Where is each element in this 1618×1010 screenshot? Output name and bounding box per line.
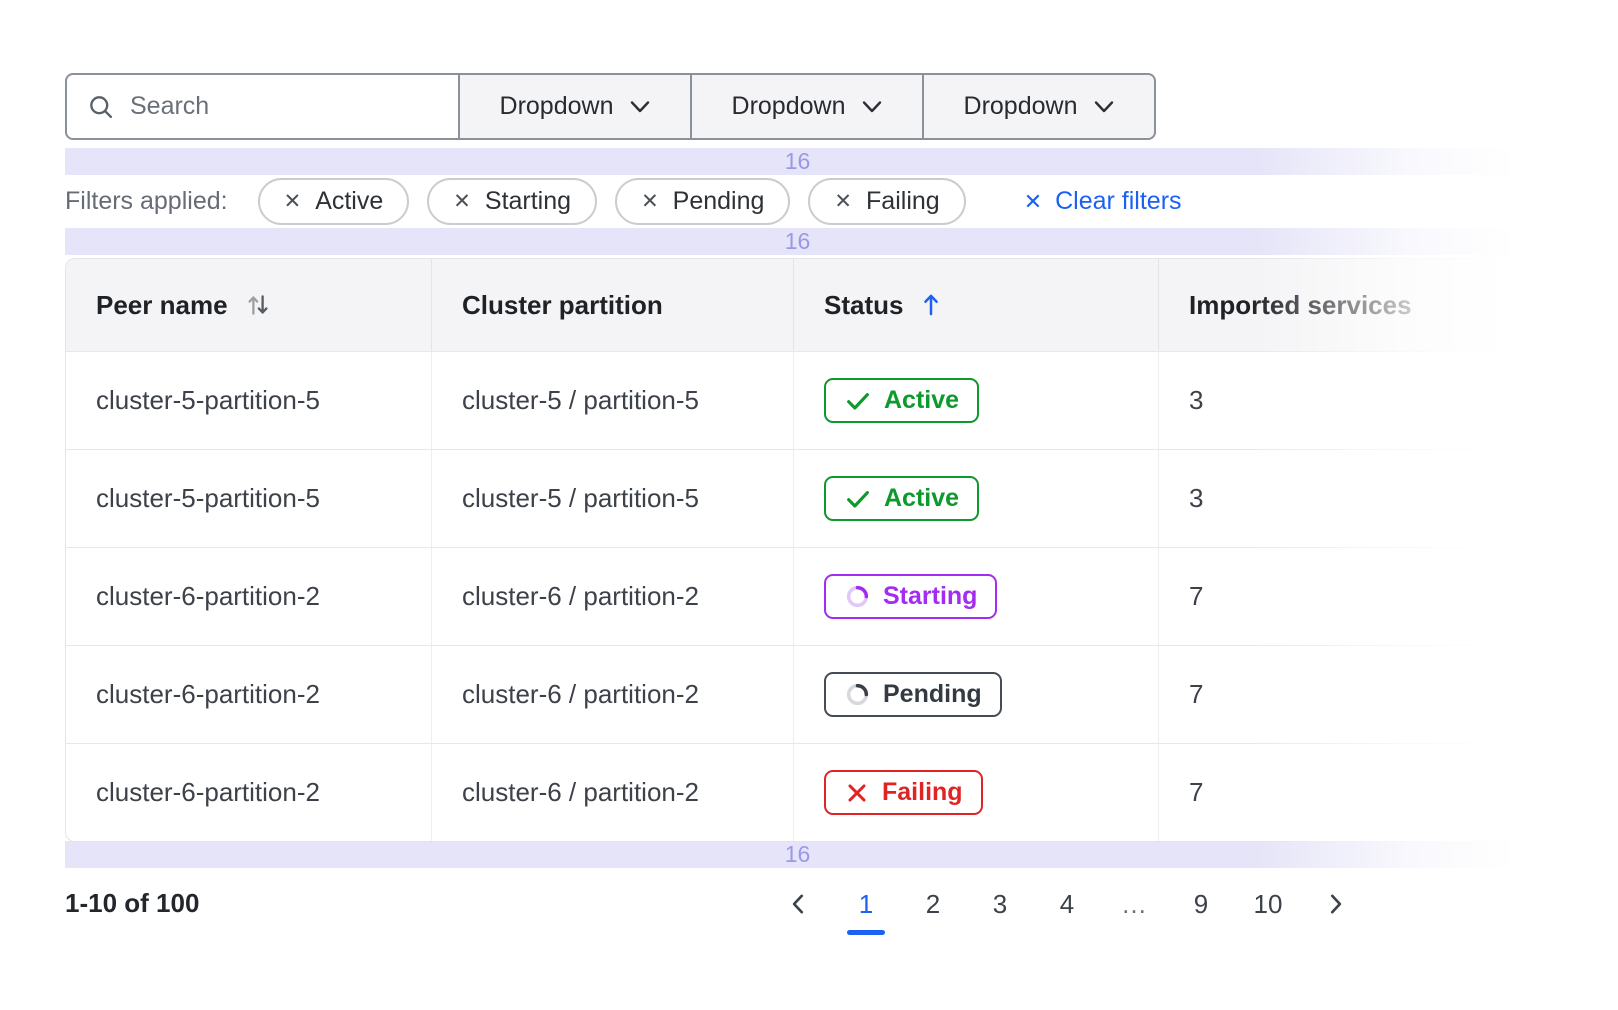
dropdown-button-1[interactable]: Dropdown (460, 73, 692, 140)
clear-filters-link[interactable]: ✕ Clear filters (1024, 187, 1182, 216)
status-badge-starting: Starting (824, 574, 997, 619)
filter-chip-active[interactable]: ✕ Active (258, 178, 410, 225)
table-row: cluster-5-partition-5 cluster-5 / partit… (66, 449, 1618, 547)
check-icon (844, 485, 872, 513)
sort-ascending-icon (919, 291, 943, 319)
cell-peer-name: cluster-6-partition-2 (66, 646, 431, 743)
table-row: cluster-6-partition-2 cluster-6 / partit… (66, 743, 1618, 841)
spinner-icon (844, 583, 871, 610)
cell-imported-services: 7 (1158, 744, 1618, 841)
cell-peer-name: cluster-5-partition-5 (66, 450, 431, 547)
cell-status: Active (793, 450, 1158, 547)
cell-cluster-partition: cluster-5 / partition-5 (431, 352, 793, 449)
status-badge-pending: Pending (824, 672, 1002, 717)
pagination-page-9[interactable]: 9 (1181, 886, 1221, 922)
pagination-page-1[interactable]: 1 (846, 886, 886, 922)
cell-status: Pending (793, 646, 1158, 743)
search-box[interactable] (65, 73, 460, 140)
column-header-imported-services[interactable]: Imported services (1158, 259, 1618, 351)
cell-peer-name: cluster-6-partition-2 (66, 744, 431, 841)
peers-table: Peer name Cluster partition Status Impor… (65, 258, 1618, 842)
cell-imported-services: 3 (1158, 352, 1618, 449)
filter-chip-starting[interactable]: ✕ Starting (427, 178, 597, 225)
cell-imported-services: 7 (1158, 646, 1618, 743)
column-header-peer-name[interactable]: Peer name (66, 259, 431, 351)
pagination-page-10[interactable]: 10 (1248, 886, 1288, 922)
spacing-annotation: 16 (65, 228, 1530, 255)
pagination-nav: 1 2 3 4 … 9 10 (779, 886, 1355, 922)
filter-chip-label: Active (315, 187, 383, 216)
pagination-next-button[interactable] (1315, 886, 1355, 922)
cell-status: Starting (793, 548, 1158, 645)
search-icon (87, 93, 115, 121)
clear-filters-icon: ✕ (1024, 191, 1042, 213)
pagination-page-4[interactable]: 4 (1047, 886, 1087, 922)
column-header-status[interactable]: Status (793, 259, 1158, 351)
cell-cluster-partition: cluster-6 / partition-2 (431, 744, 793, 841)
spacing-annotation: 16 (65, 841, 1530, 868)
filter-chip-pending[interactable]: ✕ Pending (615, 178, 790, 225)
filter-chip-failing[interactable]: ✕ Failing (808, 178, 965, 225)
chevron-down-icon (862, 100, 882, 114)
column-header-cluster-partition[interactable]: Cluster partition (431, 259, 793, 351)
sort-both-icon (244, 290, 272, 320)
filter-chip-label: Starting (485, 187, 571, 216)
chevron-down-icon (630, 100, 650, 114)
x-icon (844, 780, 870, 806)
pagination-page-2[interactable]: 2 (913, 886, 953, 922)
pagination-bar: 1-10 of 100 1 2 3 4 … 9 10 (65, 886, 1553, 922)
status-badge-active: Active (824, 476, 979, 521)
table-row: cluster-6-partition-2 cluster-6 / partit… (66, 645, 1618, 743)
pagination-page-3[interactable]: 3 (980, 886, 1020, 922)
cell-imported-services: 7 (1158, 548, 1618, 645)
dropdown-button-2[interactable]: Dropdown (692, 73, 924, 140)
table-row: cluster-5-partition-5 cluster-5 / partit… (66, 351, 1618, 449)
pagination-summary: 1-10 of 100 (65, 886, 199, 919)
dropdown-label: Dropdown (732, 92, 846, 121)
cell-imported-services: 3 (1158, 450, 1618, 547)
pagination-ellipsis: … (1114, 886, 1154, 922)
filters-applied-label: Filters applied: (65, 187, 228, 216)
cell-cluster-partition: cluster-6 / partition-2 (431, 646, 793, 743)
dropdown-label: Dropdown (500, 92, 614, 121)
remove-filter-icon: ✕ (453, 191, 471, 212)
spacing-annotation-label: 16 (785, 148, 811, 175)
filter-chip-label: Failing (866, 187, 940, 216)
spacing-annotation-label: 16 (785, 841, 811, 868)
search-input[interactable] (130, 92, 438, 121)
remove-filter-icon: ✕ (284, 191, 302, 212)
filter-chip-label: Pending (673, 187, 765, 216)
clear-filters-label: Clear filters (1055, 187, 1181, 216)
cell-peer-name: cluster-5-partition-5 (66, 352, 431, 449)
dropdown-label: Dropdown (964, 92, 1078, 121)
spinner-icon (844, 681, 871, 708)
filter-toolbar: Dropdown Dropdown Dropdown (65, 73, 1156, 140)
status-badge-active: Active (824, 378, 979, 423)
check-icon (844, 387, 872, 415)
status-badge-failing: Failing (824, 770, 983, 815)
table-row: cluster-6-partition-2 cluster-6 / partit… (66, 547, 1618, 645)
dropdown-button-3[interactable]: Dropdown (924, 73, 1156, 140)
chevron-left-icon (786, 891, 812, 917)
cell-cluster-partition: cluster-6 / partition-2 (431, 548, 793, 645)
spacing-annotation: 16 (65, 148, 1530, 175)
table-header-row: Peer name Cluster partition Status Impor… (66, 259, 1618, 351)
cell-status: Active (793, 352, 1158, 449)
remove-filter-icon: ✕ (834, 191, 852, 212)
cell-cluster-partition: cluster-5 / partition-5 (431, 450, 793, 547)
cell-status: Failing (793, 744, 1158, 841)
cell-peer-name: cluster-6-partition-2 (66, 548, 431, 645)
chevron-down-icon (1094, 100, 1114, 114)
chevron-right-icon (1322, 891, 1348, 917)
remove-filter-icon: ✕ (641, 191, 659, 212)
filters-applied-row: Filters applied: ✕ Active ✕ Starting ✕ P… (65, 175, 1182, 228)
pagination-prev-button[interactable] (779, 886, 819, 922)
spacing-annotation-label: 16 (785, 228, 811, 255)
